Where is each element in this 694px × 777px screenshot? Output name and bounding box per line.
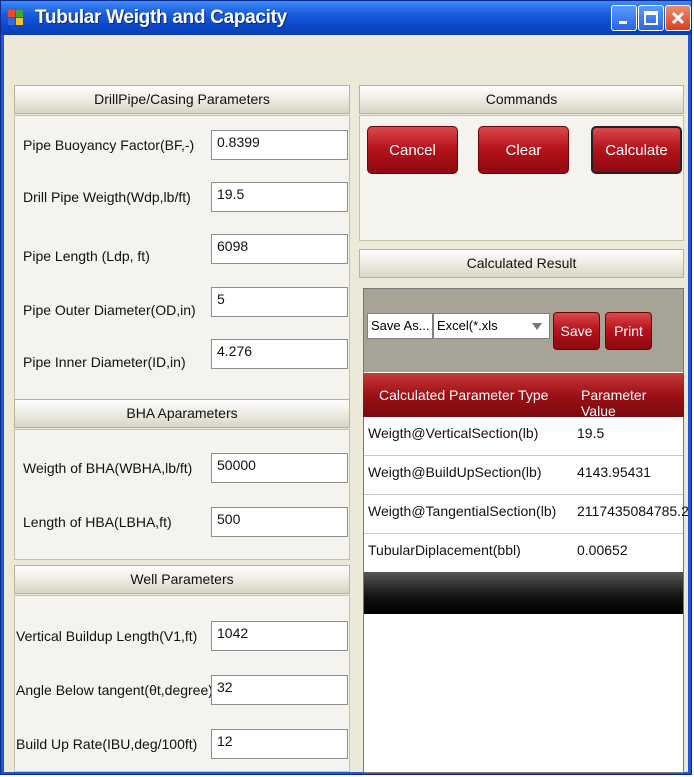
- vertical-buildup-input[interactable]: 1042: [211, 621, 348, 651]
- build-up-rate-input[interactable]: 12: [211, 729, 348, 759]
- drill-pipe-weight-input[interactable]: 19.5: [211, 182, 348, 212]
- format-select-value: Excel(*.xls: [437, 318, 498, 333]
- grid-footer-bar: [364, 572, 683, 614]
- drillpipe-header: DrillPipe/Casing Parameters: [14, 85, 350, 114]
- commands-header: Commands: [359, 85, 684, 114]
- hba-length-label: Length of HBA(LBHA,ft): [23, 514, 172, 530]
- outer-diameter-input[interactable]: 5: [211, 287, 348, 317]
- table-row[interactable]: TubularDiplacement(bbl) 0.00652: [364, 534, 683, 573]
- maximize-icon: [644, 11, 658, 25]
- row-type: TubularDiplacement(bbl): [368, 542, 521, 558]
- app-window: Tubular Weigth and Capacity DrillPipe/Ca…: [0, 0, 692, 775]
- pipe-length-input[interactable]: 6098: [211, 234, 348, 264]
- cancel-button[interactable]: Cancel: [367, 126, 458, 174]
- bha-weight-label: Weigth of BHA(WBHA,lb/ft): [23, 460, 193, 476]
- results-header: Calculated Result: [359, 249, 684, 278]
- client-area: DrillPipe/Casing Parameters Pipe Buoyanc…: [4, 35, 689, 773]
- minimize-button[interactable]: [611, 5, 637, 31]
- angle-tangent-input[interactable]: 32: [211, 675, 348, 705]
- column-header-value[interactable]: Parameter Value: [581, 387, 684, 419]
- close-button[interactable]: [665, 5, 691, 31]
- bha-group: [14, 429, 350, 560]
- chevron-down-icon: [532, 323, 542, 330]
- table-row[interactable]: Weigth@VerticalSection(lb) 19.5: [364, 417, 683, 456]
- title-bar[interactable]: Tubular Weigth and Capacity: [1, 1, 691, 35]
- table-row[interactable]: Weigth@TangentialSection(lb) 21174350847…: [364, 495, 689, 534]
- format-select[interactable]: Excel(*.xls: [433, 313, 550, 339]
- row-type: Weigth@BuildUpSection(lb): [368, 464, 542, 480]
- print-button[interactable]: Print: [605, 312, 652, 350]
- app-icon: [8, 10, 24, 26]
- row-type: Weigth@VerticalSection(lb): [368, 425, 539, 441]
- close-icon: [671, 11, 685, 25]
- drill-pipe-weight-label: Drill Pipe Weigth(Wdp,lb/ft): [23, 189, 191, 205]
- build-up-rate-label: Build Up Rate(IBU,deg/100ft): [16, 736, 198, 752]
- row-value: 4143.95431: [577, 464, 651, 480]
- row-value: 2117435084785.2: [577, 503, 689, 519]
- bha-header: BHA Aparameters: [14, 399, 350, 428]
- row-type: Weigth@TangentialSection(lb): [368, 503, 557, 519]
- pipe-length-label: Pipe Length (Ldp, ft): [23, 248, 150, 264]
- window-title: Tubular Weigth and Capacity: [35, 7, 287, 28]
- calculate-button[interactable]: Calculate: [591, 126, 682, 174]
- inner-diameter-input[interactable]: 4.276: [211, 339, 348, 369]
- row-value: 0.00652: [577, 542, 628, 558]
- row-value: 19.5: [577, 425, 605, 441]
- clear-button[interactable]: Clear: [478, 126, 569, 174]
- column-header-type[interactable]: Calculated Parameter Type: [379, 387, 548, 403]
- save-as-label: Save As...: [367, 313, 433, 339]
- table-row[interactable]: Weigth@BuildUpSection(lb) 4143.95431: [364, 456, 683, 495]
- vertical-buildup-label: Vertical Buildup Length(V1,ft): [16, 628, 198, 644]
- save-button[interactable]: Save: [553, 312, 600, 350]
- angle-tangent-label: Angle Below tangent(θt,degree): [16, 682, 213, 698]
- bha-weight-input[interactable]: 50000: [211, 453, 348, 483]
- minimize-icon: [619, 21, 627, 24]
- inner-diameter-label: Pipe Inner Diameter(ID,in): [23, 354, 186, 370]
- buoyancy-factor-label: Pipe Buoyancy Factor(BF,-): [23, 137, 195, 153]
- maximize-button[interactable]: [638, 5, 664, 31]
- drillpipe-group: [14, 115, 350, 422]
- well-header: Well Parameters: [14, 565, 350, 594]
- results-grid-header: Calculated Parameter Type Parameter Valu…: [363, 373, 684, 419]
- hba-length-input[interactable]: 500: [211, 507, 348, 537]
- outer-diameter-label: Pipe Outer Diameter(OD,in): [23, 302, 196, 318]
- buoyancy-factor-input[interactable]: 0.8399: [211, 130, 348, 160]
